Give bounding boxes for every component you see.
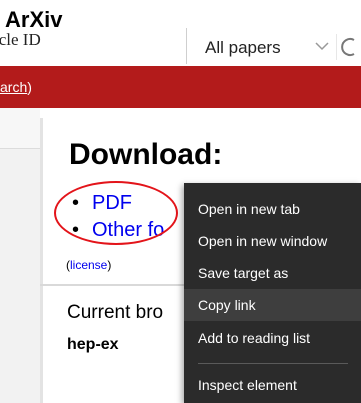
search-scope-label: All papers bbox=[205, 38, 281, 57]
left-gray-column bbox=[0, 108, 40, 403]
download-heading: Download: bbox=[69, 138, 223, 171]
menu-item-inspect-element[interactable]: Inspect element bbox=[184, 369, 361, 401]
menu-separator bbox=[198, 363, 348, 364]
menu-item-save-target-as[interactable]: Save target as bbox=[184, 257, 361, 289]
annotation-circle bbox=[54, 181, 178, 245]
menu-item-copy-link[interactable]: Copy link bbox=[184, 289, 361, 321]
menu-item-open-new-window[interactable]: Open in new window bbox=[184, 225, 361, 257]
search-help-link[interactable]: arch) bbox=[0, 79, 32, 95]
left-column-cell bbox=[0, 108, 40, 149]
license-line: (license) bbox=[66, 258, 112, 272]
context-menu: Open in new tab Open in new window Save … bbox=[184, 183, 361, 403]
chevron-down-icon bbox=[315, 42, 329, 51]
menu-item-open-new-tab[interactable]: Open in new tab bbox=[184, 193, 361, 225]
search-field-fragment[interactable]: icle ID bbox=[0, 30, 60, 60]
search-button-fragment-icon[interactable] bbox=[336, 34, 361, 60]
menu-item-add-to-reading-list[interactable]: Add to reading list bbox=[184, 322, 361, 354]
browse-category: hep-ex bbox=[67, 336, 119, 353]
search-scope-select[interactable]: All papers bbox=[186, 28, 337, 64]
arxiv-header-bar bbox=[0, 66, 361, 108]
current-browse-label: Current bro bbox=[67, 302, 164, 323]
license-link[interactable]: license bbox=[70, 258, 107, 272]
image-caption: ArXiv bbox=[5, 7, 63, 33]
